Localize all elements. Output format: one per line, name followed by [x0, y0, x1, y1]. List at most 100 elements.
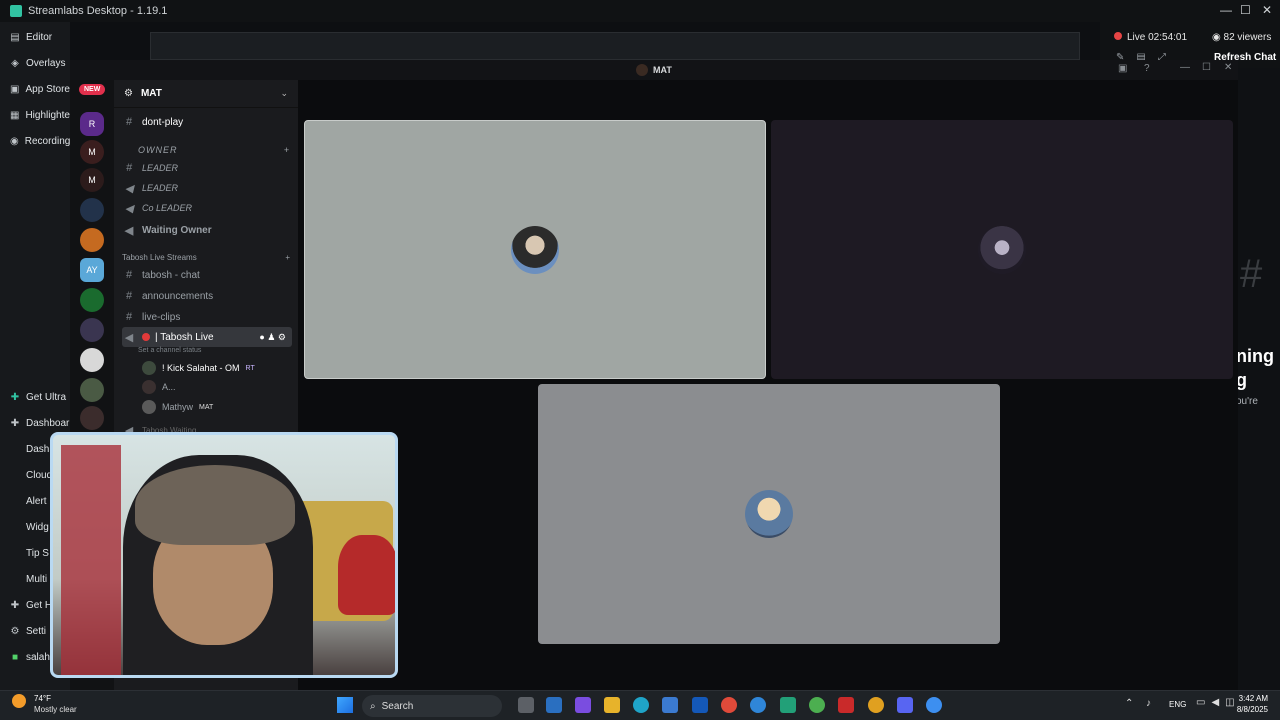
avatar	[745, 490, 793, 538]
dc-maximize-icon[interactable]: ☐	[1202, 62, 1211, 73]
editor-nav[interactable]: ▤ Editor	[0, 24, 70, 50]
plus-icon[interactable]: +	[284, 145, 290, 155]
kick-icon: ■	[11, 651, 19, 663]
server-icon[interactable]	[80, 198, 104, 222]
maximize-icon[interactable]: ☐	[1240, 3, 1251, 17]
hash-icon: #	[1240, 252, 1263, 296]
recordings-nav[interactable]: ◉ Recordings	[0, 128, 75, 154]
webcam-background	[338, 535, 395, 615]
chat-panel-edge: # ning g ou're	[1236, 68, 1280, 690]
server-icon[interactable]	[80, 288, 104, 312]
chevron-down-icon: ⌄	[280, 88, 288, 98]
avatar	[142, 380, 156, 394]
hashtag-icon: #	[125, 290, 133, 302]
file-explorer-icon[interactable]	[604, 697, 620, 713]
task-view-icon[interactable]	[518, 697, 534, 713]
new-badge: NEW	[79, 84, 106, 95]
app-icon[interactable]	[838, 697, 854, 713]
inbox-icon[interactable]: ▣	[1118, 63, 1127, 74]
channel-tabosh-chat[interactable]: # tabosh - chat	[122, 265, 292, 285]
server-header[interactable]: ⚙ MAT ⌄	[114, 80, 298, 108]
minimize-icon[interactable]: —	[1220, 3, 1232, 17]
windows-start-icon[interactable]	[337, 697, 353, 713]
get-ultra-nav[interactable]: ✚ Get Ultra	[0, 384, 70, 410]
help-icon: ✚	[10, 599, 20, 611]
server-icon[interactable]	[80, 378, 104, 402]
live-timer: Live 02:54:01	[1114, 32, 1187, 43]
store-icon: ▣	[10, 83, 20, 95]
server-icon[interactable]	[80, 406, 104, 430]
dc-close-icon[interactable]: ✕	[1224, 62, 1232, 73]
avatar	[511, 225, 559, 274]
app-store-nav[interactable]: ▣ App Store	[0, 76, 70, 102]
hashtag-icon: #	[125, 269, 133, 281]
app-icon[interactable]	[750, 697, 766, 713]
help-circle-icon[interactable]: ?	[1144, 63, 1150, 74]
voice-co-leader[interactable]: ◀ Co LEADER	[122, 198, 292, 218]
app-icon[interactable]	[546, 697, 562, 713]
discord-titlebar: MAT ▣ ? — ☐ ✕	[70, 60, 1238, 80]
discord-icon[interactable]	[897, 697, 913, 713]
participant-tile[interactable]	[538, 384, 1000, 644]
speaker-icon: ◀	[124, 202, 134, 215]
server-icon[interactable]: M	[80, 168, 104, 192]
weather-icon[interactable]	[12, 694, 26, 708]
category-tabosh[interactable]: Tabosh Live Streams +	[122, 247, 292, 267]
overlays-nav[interactable]: ◈ Overlays	[0, 50, 70, 76]
webcam-background	[61, 445, 121, 675]
tray-chevron-icon[interactable]: ⌃	[1125, 698, 1133, 709]
outlook-icon[interactable]	[692, 697, 708, 713]
voice-user[interactable]: ! Kick Salahat - OM RT	[122, 358, 292, 378]
copilot-icon[interactable]	[575, 697, 591, 713]
edge-icon[interactable]	[633, 697, 649, 713]
microphone-icon[interactable]: ♪	[1146, 698, 1151, 709]
store-icon[interactable]	[662, 697, 678, 713]
overlays-icon: ◈	[11, 57, 19, 69]
plus-icon[interactable]: +	[285, 253, 290, 262]
search-input[interactable]: ⌕ Search	[362, 695, 502, 717]
gear-icon: ⚙	[10, 625, 20, 637]
voice-user[interactable]: Mathyw MAT	[122, 397, 292, 417]
dc-minimize-icon[interactable]: —	[1180, 62, 1190, 73]
server-icon[interactable]	[80, 228, 104, 252]
voice-user[interactable]: A...	[122, 377, 292, 397]
ultra-icon: ✚	[10, 391, 20, 403]
windows-taskbar: 74°F Mostly clear ⌕ Search ⌃ ♪ ENG ▭◀◫ 3:…	[0, 690, 1280, 720]
server-icon[interactable]: M	[80, 140, 104, 164]
category-owner[interactable]: OWNER +	[122, 140, 292, 160]
participant-tile[interactable]	[304, 120, 766, 379]
streamlabs-logo-icon	[10, 5, 22, 17]
avatar	[142, 400, 156, 414]
language-indicator[interactable]: ENG	[1169, 700, 1186, 709]
participant-tile[interactable]	[771, 120, 1233, 379]
close-icon[interactable]: ✕	[1262, 3, 1272, 17]
voice-waiting-owner[interactable]: ◀ Waiting Owner	[122, 220, 292, 240]
app-icon[interactable]	[780, 697, 796, 713]
hashtag-icon: #	[125, 311, 133, 323]
highlighter-nav[interactable]: ▦ Highlighter	[0, 102, 73, 128]
chrome-icon[interactable]	[809, 697, 825, 713]
channel-dont-play[interactable]: # dont-play	[122, 112, 292, 132]
eye-icon: ◉	[1212, 32, 1224, 43]
server-badge-icon: ⚙	[124, 88, 133, 99]
recordings-icon: ◉	[10, 135, 19, 147]
app-icon[interactable]	[926, 697, 942, 713]
speaker-icon: ◀	[124, 182, 134, 195]
nested-preview	[150, 32, 1080, 60]
hashtag-icon: #	[125, 162, 133, 174]
voice-leader[interactable]: ◀ LEADER	[122, 178, 292, 198]
server-icon	[636, 64, 648, 76]
channel-announcements[interactable]: # announcements	[122, 286, 292, 306]
server-icon[interactable]: R	[80, 112, 104, 136]
server-icon[interactable]	[80, 348, 104, 372]
channel-live-clips[interactable]: # live-clips	[122, 307, 292, 327]
editor-icon: ▤	[10, 31, 20, 43]
channel-status[interactable]: Set a channel status	[122, 340, 292, 360]
server-icon[interactable]	[80, 318, 104, 342]
channel-leader[interactable]: # LEADER	[122, 158, 292, 178]
search-icon: ⌕	[370, 700, 376, 712]
app-title: Streamlabs Desktop - 1.19.1	[28, 5, 168, 17]
server-icon[interactable]: AY	[80, 258, 104, 282]
chrome-icon[interactable]	[721, 697, 737, 713]
chrome-icon[interactable]	[868, 697, 884, 713]
